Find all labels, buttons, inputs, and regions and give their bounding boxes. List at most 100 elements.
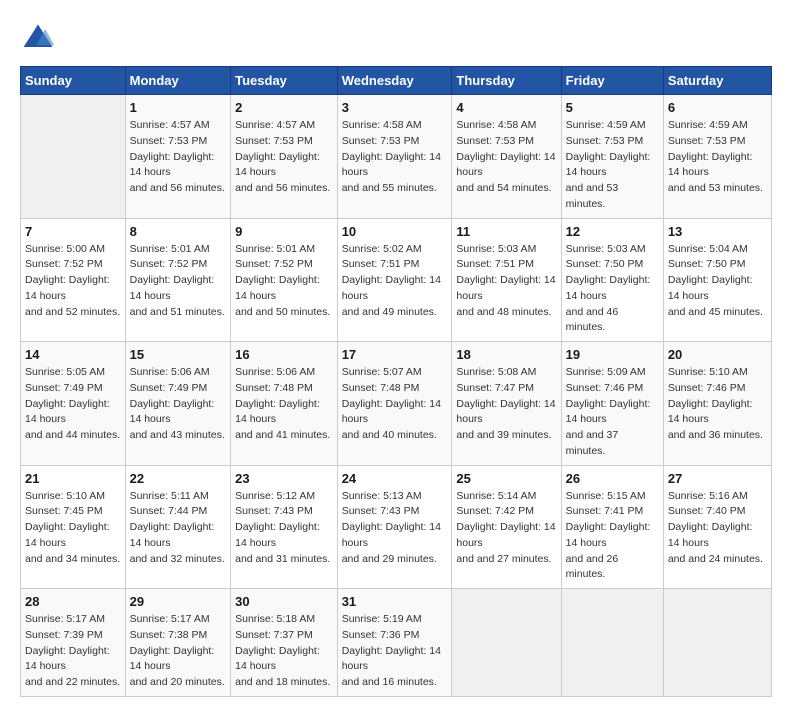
day-number: 14 [25, 347, 121, 362]
week-row: 7 Sunrise: 5:00 AMSunset: 7:52 PMDaylight… [21, 218, 772, 342]
header-day: Sunday [21, 67, 126, 95]
day-detail: Sunrise: 5:03 AMSunset: 7:50 PMDaylight:… [566, 242, 659, 337]
day-detail: Sunrise: 5:10 AMSunset: 7:46 PMDaylight:… [668, 365, 767, 444]
day-number: 19 [566, 347, 659, 362]
day-detail: Sunrise: 5:17 AMSunset: 7:38 PMDaylight:… [130, 612, 227, 691]
day-cell: 11 Sunrise: 5:03 AMSunset: 7:51 PMDayligh… [452, 218, 561, 342]
header-day: Saturday [663, 67, 771, 95]
day-cell: 7 Sunrise: 5:00 AMSunset: 7:52 PMDaylight… [21, 218, 126, 342]
day-cell: 15 Sunrise: 5:06 AMSunset: 7:49 PMDayligh… [125, 342, 231, 466]
day-detail: Sunrise: 5:05 AMSunset: 7:49 PMDaylight:… [25, 365, 121, 444]
day-detail: Sunrise: 5:11 AMSunset: 7:44 PMDaylight:… [130, 489, 227, 568]
day-cell: 8 Sunrise: 5:01 AMSunset: 7:52 PMDaylight… [125, 218, 231, 342]
day-number: 20 [668, 347, 767, 362]
day-detail: Sunrise: 5:08 AMSunset: 7:47 PMDaylight:… [456, 365, 556, 444]
day-cell: 1Sunrise: 4:57 AMSunset: 7:53 PMDaylight… [125, 95, 231, 219]
day-cell: 2 Sunrise: 4:57 AMSunset: 7:53 PMDaylight… [231, 95, 338, 219]
day-number: 28 [25, 594, 121, 609]
day-number: 29 [130, 594, 227, 609]
day-detail: Sunrise: 5:06 AMSunset: 7:48 PMDaylight:… [235, 365, 333, 444]
day-cell: 14 Sunrise: 5:05 AMSunset: 7:49 PMDayligh… [21, 342, 126, 466]
header-day: Monday [125, 67, 231, 95]
day-number: 7 [25, 224, 121, 239]
day-detail: Sunrise: 5:17 AMSunset: 7:39 PMDaylight:… [25, 612, 121, 691]
day-cell [663, 589, 771, 697]
day-detail: Sunrise: 5:12 AMSunset: 7:43 PMDaylight:… [235, 489, 333, 568]
day-number: 1 [130, 100, 227, 115]
day-detail: Sunrise: 5:18 AMSunset: 7:37 PMDaylight:… [235, 612, 333, 691]
day-cell: 4 Sunrise: 4:58 AMSunset: 7:53 PMDaylight… [452, 95, 561, 219]
day-cell: 28 Sunrise: 5:17 AMSunset: 7:39 PMDayligh… [21, 589, 126, 697]
day-cell: 16 Sunrise: 5:06 AMSunset: 7:48 PMDayligh… [231, 342, 338, 466]
day-number: 27 [668, 471, 767, 486]
day-detail: Sunrise: 4:59 AMSunset: 7:53 PMDaylight:… [566, 118, 659, 213]
day-number: 16 [235, 347, 333, 362]
day-number: 11 [456, 224, 556, 239]
day-detail: Sunrise: 4:58 AMSunset: 7:53 PMDaylight:… [342, 118, 448, 197]
day-cell [21, 95, 126, 219]
day-number: 18 [456, 347, 556, 362]
header-day: Tuesday [231, 67, 338, 95]
day-cell: 13Sunrise: 5:04 AMSunset: 7:50 PMDayligh… [663, 218, 771, 342]
day-number: 22 [130, 471, 227, 486]
day-number: 9 [235, 224, 333, 239]
day-number: 3 [342, 100, 448, 115]
day-detail: Sunrise: 4:57 AMSunset: 7:53 PMDaylight:… [235, 118, 333, 197]
day-cell: 6 Sunrise: 4:59 AMSunset: 7:53 PMDaylight… [663, 95, 771, 219]
day-cell: 31Sunrise: 5:19 AMSunset: 7:36 PMDayligh… [337, 589, 452, 697]
day-cell [561, 589, 663, 697]
day-detail: Sunrise: 5:09 AMSunset: 7:46 PMDaylight:… [566, 365, 659, 460]
day-detail: Sunrise: 5:16 AMSunset: 7:40 PMDaylight:… [668, 489, 767, 568]
day-detail: Sunrise: 5:02 AMSunset: 7:51 PMDaylight:… [342, 242, 448, 321]
day-detail: Sunrise: 5:01 AMSunset: 7:52 PMDaylight:… [130, 242, 227, 321]
day-number: 4 [456, 100, 556, 115]
day-number: 21 [25, 471, 121, 486]
day-detail: Sunrise: 5:03 AMSunset: 7:51 PMDaylight:… [456, 242, 556, 321]
day-detail: Sunrise: 5:01 AMSunset: 7:52 PMDaylight:… [235, 242, 333, 321]
week-row: 14 Sunrise: 5:05 AMSunset: 7:49 PMDayligh… [21, 342, 772, 466]
header-day: Wednesday [337, 67, 452, 95]
day-detail: Sunrise: 5:00 AMSunset: 7:52 PMDaylight:… [25, 242, 121, 321]
page-header [20, 20, 772, 56]
day-cell: 9 Sunrise: 5:01 AMSunset: 7:52 PMDaylight… [231, 218, 338, 342]
day-detail: Sunrise: 5:06 AMSunset: 7:49 PMDaylight:… [130, 365, 227, 444]
day-number: 31 [342, 594, 448, 609]
day-cell: 22 Sunrise: 5:11 AMSunset: 7:44 PMDayligh… [125, 465, 231, 589]
day-cell: 29 Sunrise: 5:17 AMSunset: 7:38 PMDayligh… [125, 589, 231, 697]
day-detail: Sunrise: 4:59 AMSunset: 7:53 PMDaylight:… [668, 118, 767, 197]
day-cell: 12 Sunrise: 5:03 AMSunset: 7:50 PMDayligh… [561, 218, 663, 342]
day-cell: 24 Sunrise: 5:13 AMSunset: 7:43 PMDayligh… [337, 465, 452, 589]
day-number: 6 [668, 100, 767, 115]
week-row: 21 Sunrise: 5:10 AMSunset: 7:45 PMDayligh… [21, 465, 772, 589]
day-detail: Sunrise: 5:14 AMSunset: 7:42 PMDaylight:… [456, 489, 556, 568]
day-number: 8 [130, 224, 227, 239]
week-row: 28 Sunrise: 5:17 AMSunset: 7:39 PMDayligh… [21, 589, 772, 697]
header-day: Friday [561, 67, 663, 95]
day-cell: 21 Sunrise: 5:10 AMSunset: 7:45 PMDayligh… [21, 465, 126, 589]
logo-icon [20, 20, 56, 56]
day-cell: 23 Sunrise: 5:12 AMSunset: 7:43 PMDayligh… [231, 465, 338, 589]
week-row: 1 Sunrise: 4:57 AMSunset: 7:53 PMDaylight… [21, 95, 772, 219]
day-number: 5 [566, 100, 659, 115]
day-number: 24 [342, 471, 448, 486]
day-cell: 17Sunrise: 5:07 AMSunset: 7:48 PMDayligh… [337, 342, 452, 466]
day-number: 2 [235, 100, 333, 115]
day-detail: Sunrise: 5:13 AMSunset: 7:43 PMDaylight:… [342, 489, 448, 568]
day-number: 12 [566, 224, 659, 239]
logo [20, 20, 62, 56]
day-number: 23 [235, 471, 333, 486]
day-number: 25 [456, 471, 556, 486]
day-cell: 26Sunrise: 5:15 AMSunset: 7:41 PMDayligh… [561, 465, 663, 589]
day-cell: 27 Sunrise: 5:16 AMSunset: 7:40 PMDayligh… [663, 465, 771, 589]
header-row: SundayMondayTuesdayWednesdayThursdayFrid… [21, 67, 772, 95]
day-detail: Sunrise: 5:10 AMSunset: 7:45 PMDaylight:… [25, 489, 121, 568]
day-number: 17 [342, 347, 448, 362]
header-day: Thursday [452, 67, 561, 95]
day-cell: 20 Sunrise: 5:10 AMSunset: 7:46 PMDayligh… [663, 342, 771, 466]
day-cell: 30Sunrise: 5:18 AMSunset: 7:37 PMDayligh… [231, 589, 338, 697]
day-number: 15 [130, 347, 227, 362]
day-detail: Sunrise: 5:04 AMSunset: 7:50 PMDaylight:… [668, 242, 767, 321]
day-number: 10 [342, 224, 448, 239]
day-detail: Sunrise: 4:58 AMSunset: 7:53 PMDaylight:… [456, 118, 556, 197]
day-cell [452, 589, 561, 697]
